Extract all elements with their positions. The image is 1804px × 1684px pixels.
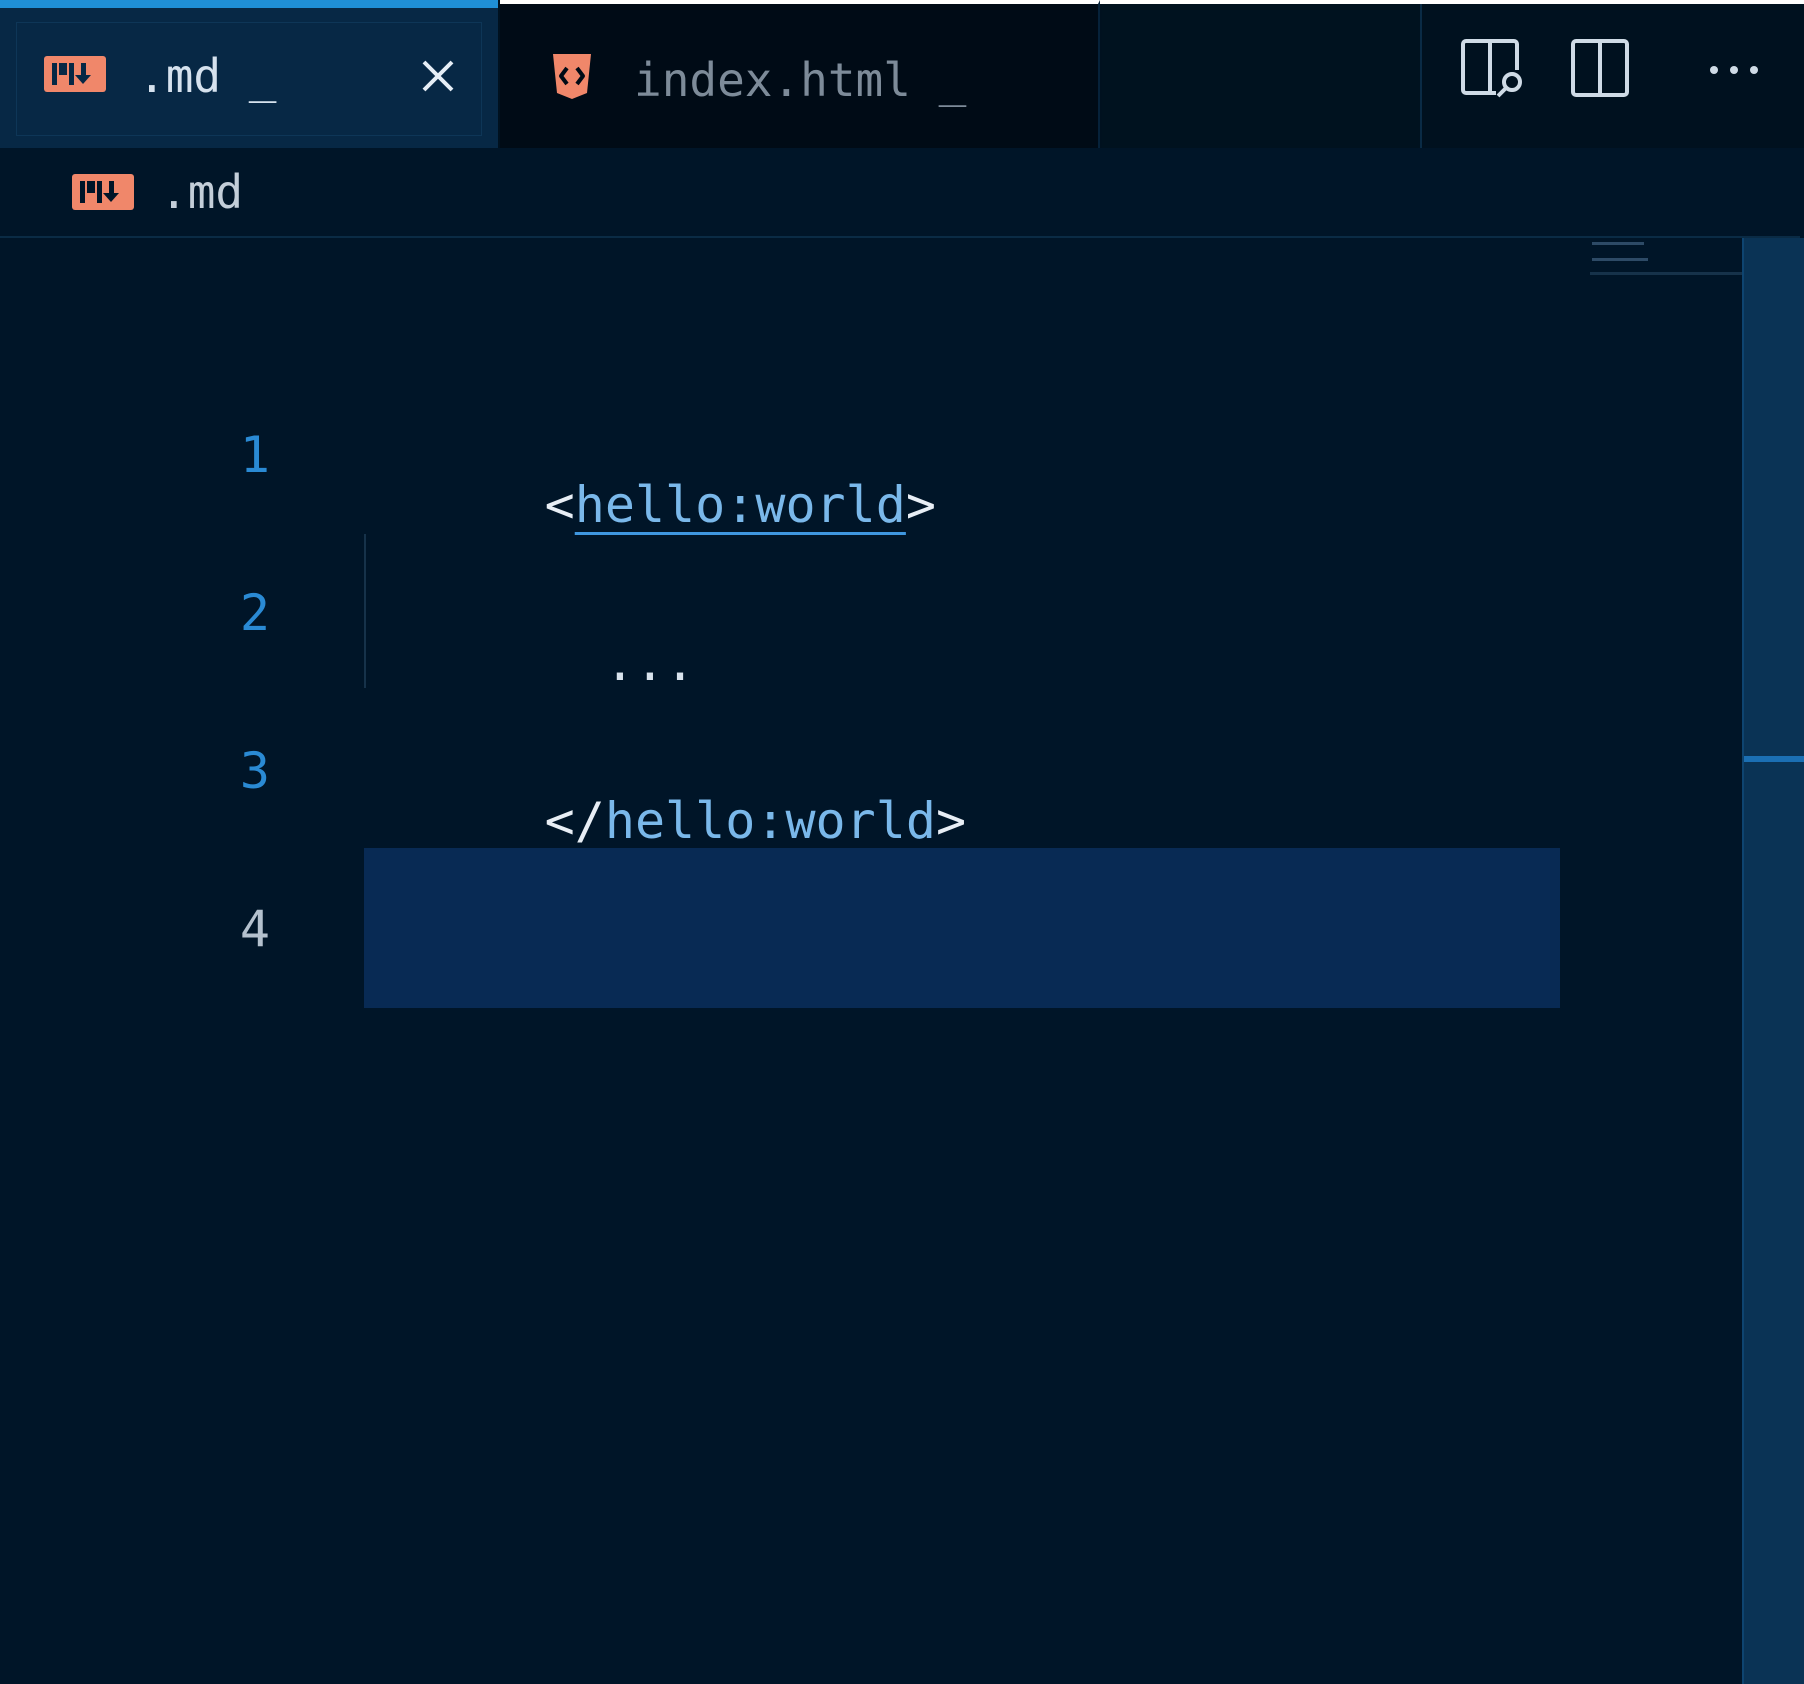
tag-open-bracket: <: [544, 476, 575, 534]
tag-name: hello:world: [574, 476, 906, 534]
tab-md-file[interactable]: .md _: [0, 0, 498, 148]
editor-window: .md _ index.html _ .md 1 <hello:world> 2…: [0, 0, 1804, 1684]
tab-bar-empty-area: [1102, 4, 1422, 148]
tag-close-bracket: >: [935, 792, 967, 850]
code-line-4[interactable]: [364, 904, 545, 1054]
minimap-line: [1592, 242, 1644, 245]
code-line-1[interactable]: <hello:world>: [364, 430, 936, 580]
tag-close-bracket: >: [905, 476, 936, 534]
line-number: 4: [239, 900, 270, 958]
close-icon[interactable]: [418, 56, 458, 96]
scrollbar-cursor-marker: [1744, 756, 1804, 762]
line-number: 2: [239, 584, 270, 642]
tab-label: index.html _: [634, 53, 967, 107]
split-editor-icon[interactable]: [1570, 38, 1630, 100]
tab-label: .md _: [138, 49, 277, 103]
code-editor[interactable]: 1 <hello:world> 2 ... 3 </hello:world> 4: [0, 238, 1740, 1684]
vertical-scrollbar[interactable]: [1742, 238, 1804, 1684]
breadcrumb-item-file[interactable]: .md: [160, 169, 243, 215]
breadcrumb: .md: [0, 148, 1800, 238]
code-line-2[interactable]: ...: [364, 588, 695, 738]
minimap-line: [1592, 258, 1648, 261]
html-shield-icon: [553, 54, 591, 99]
markdown-icon: [44, 56, 106, 92]
more-actions-icon[interactable]: [1704, 58, 1764, 82]
tag-name: hello:world: [604, 792, 936, 850]
line-number: 3: [239, 742, 270, 800]
tab-bar: .md _ index.html _: [0, 0, 1804, 148]
open-preview-icon[interactable]: [1460, 38, 1526, 100]
code-text: ...: [544, 634, 696, 692]
code-line-3[interactable]: </hello:world>: [364, 746, 966, 896]
markdown-icon: [72, 174, 134, 210]
line-number: 1: [239, 426, 270, 484]
tab-index-html[interactable]: index.html _: [500, 0, 1100, 148]
tag-open-bracket: </: [544, 792, 605, 850]
